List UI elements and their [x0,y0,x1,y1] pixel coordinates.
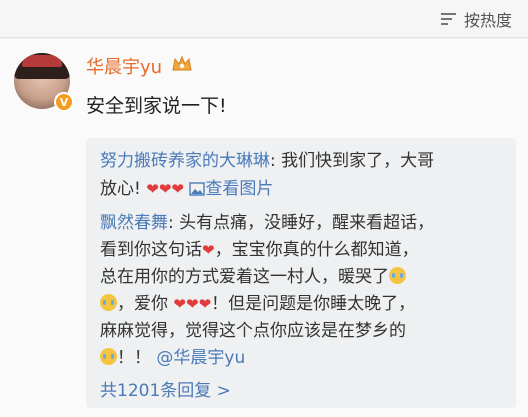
reply-1-line-2: 放心! ❤❤❤ 查看图片 [100,174,273,199]
laughing-crying-emoji-icon [100,348,117,365]
reply-2-line-6: ！！ @华晨宇yu [100,343,245,368]
image-icon [189,182,206,196]
sort-by-hot-button[interactable]: 按热度 [440,8,512,30]
heart-icon: ❤ [173,295,186,313]
crying-emoji-icon [100,294,117,311]
reply-2-text-3: 总在用你的方式爱着这一村人，暖哭了 [100,267,389,287]
username[interactable]: 华晨宇yu [86,53,162,79]
reply-2-text-2b: ，宝宝你真的什么都知道， [214,240,419,260]
heart-icon: ❤ [202,241,215,259]
reply-2-line-5: 麻麻觉得，觉得这个点你应该是在梦乡的 [100,316,406,341]
mention-link[interactable]: @华晨宇yu [156,348,245,368]
reply-2-text-1: : 头有点痛，没睡好，醒来看超话， [168,213,435,233]
comment-card: V 华晨宇yu 安全到家说一下! 努力搬砖养家的大琳琳: 我们快到家了，大哥 放… [0,39,528,417]
crown-badge-icon [172,55,192,71]
reply-2-author[interactable]: 飘然春舞 [100,213,168,233]
avatar-hat [22,55,62,67]
comment-text: 安全到家说一下! [86,95,227,117]
reply-2-line-3: 总在用你的方式爱着这一村人，暖哭了 [100,262,406,287]
reply-list: 努力搬砖养家的大琳琳: 我们快到家了，大哥 放心! ❤❤❤ 查看图片 飘然春舞:… [86,138,516,408]
reply-2-text-5: 麻麻觉得，觉得这个点你应该是在梦乡的 [100,321,406,341]
heart-icon: ❤ [146,180,159,198]
heart-icon: ❤ [198,295,212,313]
reply-2-line-4: ，爱你 ❤❤❤！但是问题是你睡太晚了， [100,289,415,314]
reply-1-text-2: 放心! [100,179,141,199]
sort-label: 按热度 [463,11,512,30]
reply-1-text: : 我们快到家了，大哥 [270,151,435,171]
view-image-label: 查看图片 [205,179,274,199]
verified-badge-icon: V [54,92,74,112]
more-replies-row: 共1201条回复 > [100,376,231,401]
reply-2-text-4a: ，爱你 [117,294,168,314]
reply-2-text-6: ！！ [117,348,151,368]
top-bar: 按热度 [0,0,528,38]
view-image-link[interactable]: 查看图片 [189,179,273,199]
heart-icon: ❤ [185,295,199,313]
reply-1-author[interactable]: 努力搬砖养家的大琳琳 [100,151,270,171]
heart-icon: ❤ [158,180,172,198]
heart-icon: ❤ [171,180,184,198]
reply-2-line-2: 看到你这句话❤，宝宝你真的什么都知道， [100,235,419,260]
more-replies-link[interactable]: 共1201条回复 > [100,381,231,401]
sort-lines-icon [440,13,456,25]
reply-1-line-1: 努力搬砖养家的大琳琳: 我们快到家了，大哥 [100,146,434,171]
reply-2-line-1: 飘然春舞: 头有点痛，没睡好，醒来看超话， [100,208,434,233]
reply-2-text-2a: 看到你这句话 [100,240,202,260]
reply-2-text-4b: ！但是问题是你睡太晚了， [211,294,416,314]
crying-emoji-icon [389,267,406,284]
